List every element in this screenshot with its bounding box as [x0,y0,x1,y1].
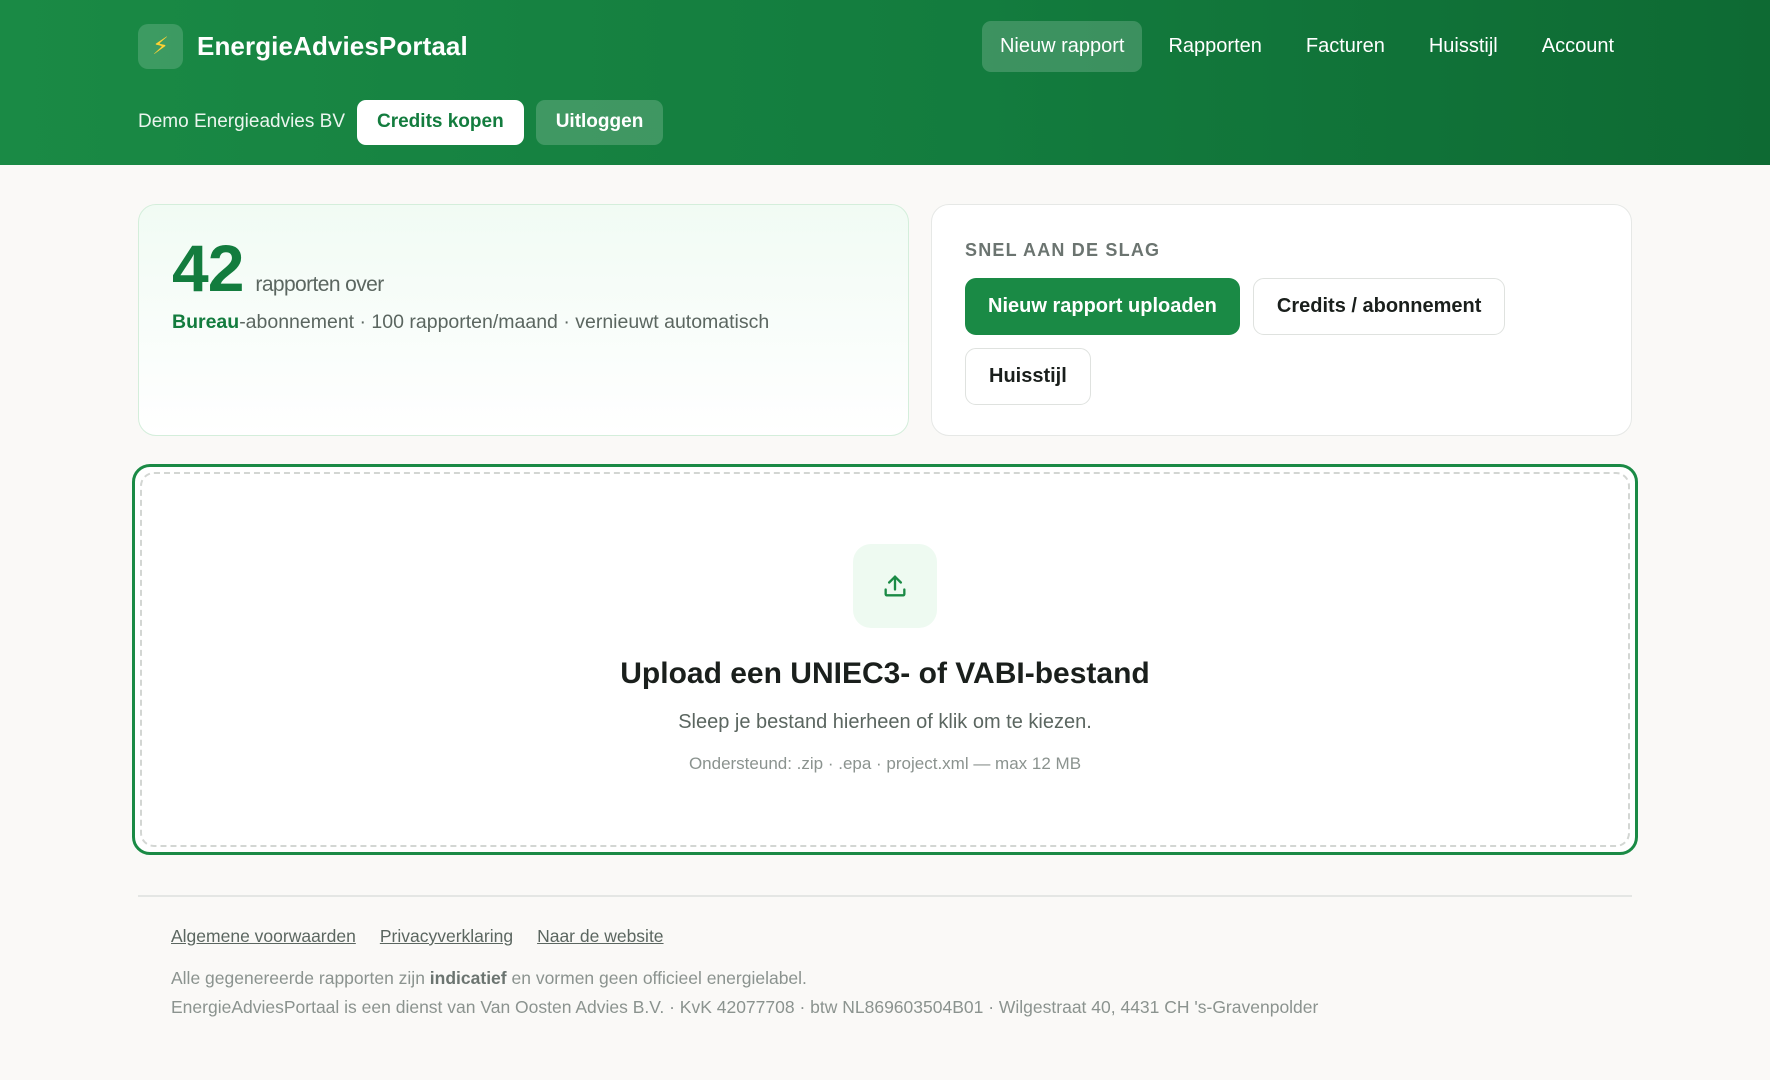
lightning-bolt-icon: ⚡ [138,23,183,69]
disclaimer-prefix: Alle gegenereerde rapporten zijn [171,968,430,988]
disclaimer-bold: indicatief [429,968,507,988]
buy-credits-button[interactable]: Credits kopen [357,99,524,145]
credits-summary: 42 rapporten over [172,235,384,301]
footer-disclaimer: Alle gegenereerde rapporten zijn indicat… [171,968,807,989]
nav-item-account[interactable]: Account [1524,21,1632,72]
credits-card: 42 rapporten over Bureau-abonnement · 10… [138,204,909,436]
brand-name: EnergieAdviesPortaal [197,30,468,61]
quick-start-card: SNEL AAN DE SLAG Nieuw rapport uploaden … [931,204,1632,436]
organization-name: Demo Energieadvies BV [138,111,345,132]
disclaimer-suffix: en vormen geen officieel energielabel. [506,968,807,988]
upload-icon [853,544,937,628]
plan-info: Bureau-abonnement · 100 rapporten/maand … [172,311,769,334]
account-bar: Demo Energieadvies BV Credits kopen Uitl… [138,99,664,145]
quick-start-title: SNEL AAN DE SLAG [965,240,1161,260]
plan-details: -abonnement · 100 rapporten/maand · vern… [239,311,770,333]
nav-item-nieuw-rapport[interactable]: Nieuw rapport [981,21,1143,72]
upload-dropzone-frame: Upload een UNIEC3- of VABI-bestand Sleep… [132,464,1638,855]
top-header: ⚡ EnergieAdviesPortaal Nieuw rapport Rap… [0,0,1770,165]
upload-supported-formats: Ondersteund: .zip · .epa · project.xml —… [688,754,1082,773]
upload-dropzone[interactable]: Upload een UNIEC3- of VABI-bestand Sleep… [140,472,1630,847]
credits-subscription-button[interactable]: Credits / abonnement [1252,278,1506,335]
upload-report-button[interactable]: Nieuw rapport uploaden [965,278,1240,335]
quick-actions: Nieuw rapport uploaden Credits / abonnem… [965,278,1605,405]
plan-name: Bureau [172,311,240,333]
credits-count-label: rapporten over [255,273,384,296]
footer-link-privacy[interactable]: Privacyverklaring [380,926,513,947]
footer-legal-info: EnergieAdviesPortaal is een dienst van V… [171,997,1319,1017]
footer-divider [138,895,1632,897]
upload-title: Upload een UNIEC3- of VABI-bestand [620,657,1150,690]
nav-item-facturen[interactable]: Facturen [1288,21,1403,72]
branding-button[interactable]: Huisstijl [965,348,1091,405]
brand[interactable]: ⚡ EnergieAdviesPortaal [138,23,468,69]
upload-subtitle: Sleep je bestand hierheen of klik om te … [678,711,1092,733]
nav-item-rapporten[interactable]: Rapporten [1150,21,1279,72]
main-nav: Nieuw rapport Rapporten Facturen Huissti… [981,21,1632,72]
logout-button[interactable]: Uitloggen [535,99,664,145]
credits-count: 42 [172,231,244,305]
footer-link-terms[interactable]: Algemene voorwaarden [171,926,356,947]
nav-item-huisstijl[interactable]: Huisstijl [1411,21,1516,72]
footer-links: Algemene voorwaarden Privacyverklaring N… [171,926,664,947]
footer-link-website[interactable]: Naar de website [537,926,663,947]
